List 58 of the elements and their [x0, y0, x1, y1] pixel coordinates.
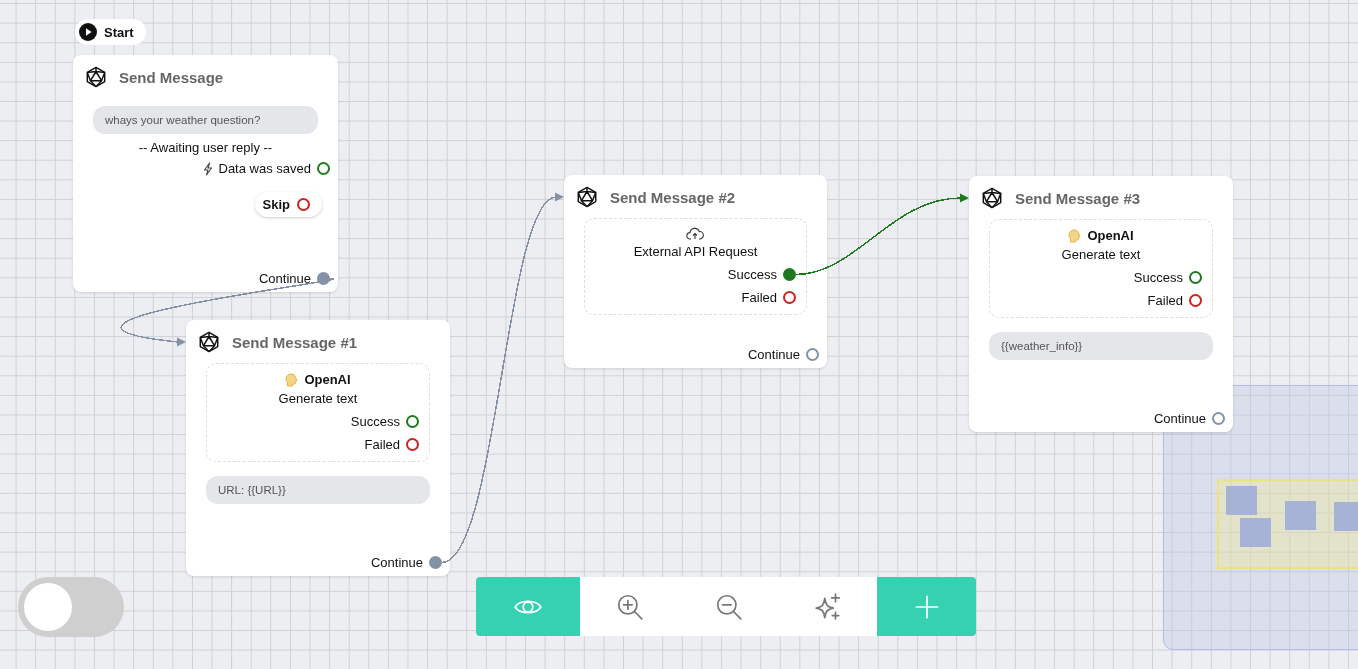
connector[interactable]	[795, 193, 969, 276]
port-label: Continue	[258, 271, 311, 286]
start-label: Start	[104, 24, 134, 40]
minimap-node	[1240, 518, 1271, 547]
node-card[interactable]: Send Message whays your weather question? -- Awaiting user reply -- Data was saved Skip Continue	[73, 55, 338, 292]
icosahedron-icon	[85, 66, 107, 88]
port-handle[interactable]	[806, 348, 819, 361]
minimap-node	[1285, 501, 1316, 530]
minimap-node	[1334, 502, 1358, 531]
port-handle[interactable]	[783, 291, 796, 304]
node-title: Send Message #3	[1015, 189, 1141, 207]
port-handle[interactable]	[406, 438, 419, 451]
action-label: External API Request	[633, 244, 758, 259]
port-label: Continue	[1153, 411, 1206, 426]
node-card[interactable]: Send Message #3 OpenAI Generate text Success Failed {{weather_info}} Continue	[969, 176, 1233, 432]
message-bubble[interactable]: {{weather_info}}	[989, 332, 1213, 360]
sparkle-icon	[812, 591, 843, 622]
play-icon	[79, 23, 97, 41]
port-label: Continue	[747, 347, 800, 362]
skip-button[interactable]: Skip	[254, 192, 322, 217]
icosahedron-icon	[576, 186, 598, 208]
service-name: OpenAI	[1087, 228, 1134, 243]
minimap-node	[1226, 486, 1257, 515]
port-handle[interactable]	[783, 268, 796, 281]
service-name: OpenAI	[304, 372, 351, 387]
port-label: Data was saved	[218, 161, 311, 176]
node-title: Send Message	[119, 68, 224, 86]
port-label: Success	[727, 267, 777, 282]
port-label: Continue	[370, 555, 423, 570]
port-handle[interactable]	[429, 556, 442, 569]
port-label: Failed	[741, 290, 777, 305]
cloud-upload-icon	[686, 227, 705, 240]
port-handle[interactable]	[297, 198, 310, 211]
head-icon	[1068, 228, 1082, 243]
icosahedron-icon	[198, 331, 220, 353]
node-title: Send Message #2	[610, 188, 736, 206]
bolt-icon	[202, 161, 213, 176]
status-note: -- Awaiting user reply --	[137, 140, 274, 155]
port-handle[interactable]	[1212, 412, 1225, 425]
node-card[interactable]: Send Message #2 External API Request Success Failed Continue	[564, 175, 827, 368]
port-handle[interactable]	[1189, 271, 1202, 284]
port-handle[interactable]	[406, 415, 419, 428]
head-icon	[285, 372, 299, 387]
node-card[interactable]: Send Message #1 OpenAI Generate text Success Failed URL: {{URL}} Continue	[186, 320, 450, 576]
port-label: Failed	[364, 437, 400, 452]
action-label: Generate text	[1061, 247, 1141, 262]
port-handle[interactable]	[1189, 294, 1202, 307]
start-node[interactable]: Start	[75, 19, 146, 45]
port-label: Failed	[1147, 293, 1183, 308]
port-label: Success	[350, 414, 400, 429]
port-handle[interactable]	[317, 162, 330, 175]
toggle-switch[interactable]	[18, 577, 124, 637]
message-bubble[interactable]: whays your weather question?	[93, 106, 318, 134]
icosahedron-icon	[981, 187, 1003, 209]
action-label: Generate text	[278, 391, 358, 406]
port-label: Success	[1133, 270, 1183, 285]
message-bubble[interactable]: URL: {{URL}}	[206, 476, 430, 504]
node-title: Send Message #1	[232, 333, 358, 351]
